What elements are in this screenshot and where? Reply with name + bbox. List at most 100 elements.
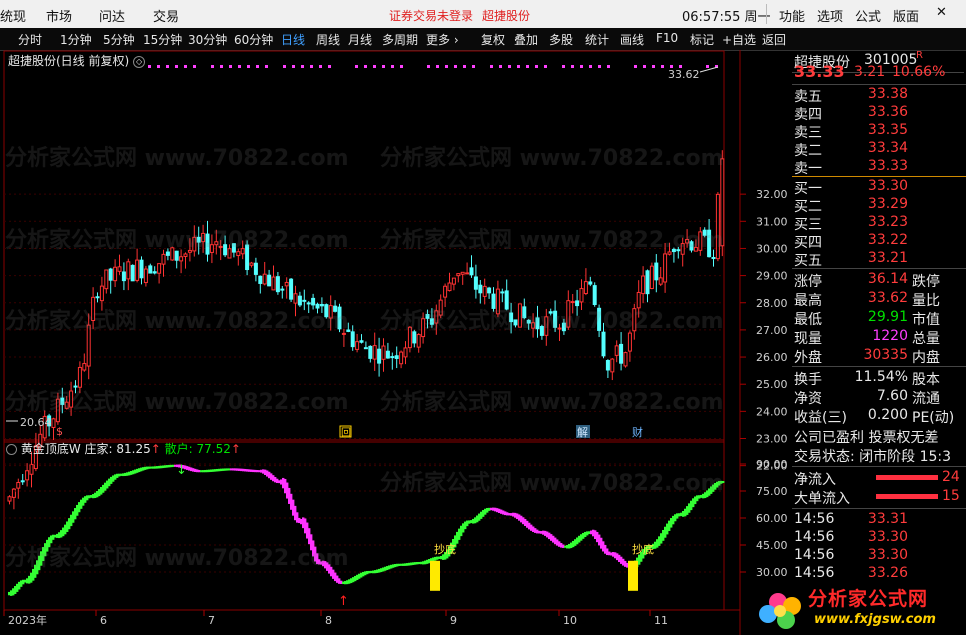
btn-fuquan[interactable]: 复权 xyxy=(481,31,505,48)
event-marker: 财 xyxy=(632,425,643,439)
event-marker: $ xyxy=(56,425,63,438)
candle-body xyxy=(715,193,720,260)
kline-chart[interactable]: 32.00 31.00 30.00 29.00 28.00 27.00 26.00 25.00… xyxy=(0,50,792,635)
btn-f10[interactable]: F10 xyxy=(656,31,678,45)
candle-body xyxy=(473,276,478,290)
tick-price: 33.30 xyxy=(867,547,908,563)
tab-5min[interactable]: 5分钟 xyxy=(103,31,135,48)
quote-panel: 超捷股份 301005 R 33.33 3.21 10.66% 卖五 33.38 卖… xyxy=(792,50,966,635)
tab-weekly[interactable]: 周线 xyxy=(316,31,340,48)
stat-label-2: 内盘 xyxy=(912,350,940,366)
candle-body xyxy=(69,390,74,408)
price-axis-label: 32.00 xyxy=(756,188,788,201)
candle-body xyxy=(363,347,368,350)
candle-body xyxy=(86,324,91,367)
fund-value: 0.200 xyxy=(867,407,908,423)
candle-body xyxy=(187,249,192,253)
buy-signal-label: 抄底 xyxy=(434,542,456,556)
btn-overlay[interactable]: 叠加 xyxy=(514,31,538,48)
ask-row: 卖二 33.34 xyxy=(792,140,964,159)
close-icon[interactable]: ✕ xyxy=(936,5,947,20)
tab-30min[interactable]: 30分钟 xyxy=(188,31,227,48)
tab-1min[interactable]: 1分钟 xyxy=(60,31,92,48)
logo-url: www.fxjgsw.com xyxy=(814,612,936,627)
candle-body xyxy=(99,285,104,302)
stat-label-2: 跌停 xyxy=(912,274,940,290)
bid-price: 33.22 xyxy=(867,232,908,248)
tab-intraday[interactable]: 分时 xyxy=(18,31,42,48)
candle-body xyxy=(553,310,558,328)
bid-label: 买四 xyxy=(794,235,822,251)
candle-body xyxy=(385,350,390,359)
candle-body xyxy=(223,244,228,256)
ask-book: 卖五 33.38 卖四 33.36 卖三 33.35 卖二 33.34 卖一 33.33 xyxy=(792,84,966,177)
stat-value: 30335 xyxy=(863,347,908,363)
candle-body xyxy=(416,334,421,348)
candle-body xyxy=(707,229,712,258)
login-notice[interactable]: 证券交易未登录 xyxy=(389,7,473,24)
signal-dot xyxy=(355,65,358,68)
menu-options[interactable]: 选项 xyxy=(817,6,843,25)
btn-draw[interactable]: 画线 xyxy=(620,31,644,48)
menu-wenda[interactable]: 问达 xyxy=(99,6,125,25)
candle-body xyxy=(165,251,170,256)
zhuang-value: 81.25 xyxy=(116,442,151,456)
indicator-settings-icon[interactable] xyxy=(6,444,17,455)
fund-row: 净资 7.60 流通 xyxy=(792,388,964,407)
menu-formula[interactable]: 公式 xyxy=(855,6,881,25)
tab-more[interactable]: 更多 › xyxy=(426,31,459,48)
candle-body xyxy=(403,347,408,358)
signal-dot xyxy=(454,65,457,68)
candle-body xyxy=(333,305,338,312)
tab-monthly[interactable]: 月线 xyxy=(348,31,372,48)
stock-link[interactable]: 超捷股份 xyxy=(482,7,530,24)
candle-body xyxy=(337,306,342,330)
price-axis-label: 29.00 xyxy=(756,270,788,283)
candle-body xyxy=(654,262,659,281)
signal-dot xyxy=(490,65,493,68)
tab-15min[interactable]: 15分钟 xyxy=(143,31,182,48)
candle-body xyxy=(157,263,162,274)
tab-60min[interactable]: 60分钟 xyxy=(234,31,273,48)
flow-label: 净流入 xyxy=(794,472,836,488)
menu-system[interactable]: 统现 xyxy=(0,6,26,25)
event-marker: 回 xyxy=(341,427,351,439)
tab-multi-period[interactable]: 多周期 xyxy=(382,31,418,48)
indicator-axis-label: 60.00 xyxy=(756,512,788,525)
price-axis-label: 24.00 xyxy=(756,405,788,418)
btn-add-watchlist[interactable]: +自选 xyxy=(722,31,756,48)
signal-dot xyxy=(211,65,214,68)
btn-multi-stock[interactable]: 多股 xyxy=(549,31,573,48)
candle-body xyxy=(104,269,109,290)
btn-back[interactable]: 返回 xyxy=(762,31,786,48)
candle-body xyxy=(544,316,549,336)
tab-daily[interactable]: 日线 xyxy=(281,31,305,48)
indicator-name[interactable]: 黄金顶底W xyxy=(21,442,81,456)
candle-body xyxy=(231,243,236,253)
btn-mark[interactable]: 标记 xyxy=(690,31,714,48)
candle-body xyxy=(297,295,302,306)
x-axis-label: 9 xyxy=(450,614,457,627)
menu-trade[interactable]: 交易 xyxy=(153,6,179,25)
candle-body xyxy=(702,229,707,236)
candle-body xyxy=(605,360,610,371)
menu-market[interactable]: 市场 xyxy=(46,6,72,25)
menu-function[interactable]: 功能 xyxy=(779,6,805,25)
settings-icon[interactable]: ◇ xyxy=(133,55,146,68)
price-axis-label: 23.00 xyxy=(756,433,788,446)
bid-label: 买五 xyxy=(794,253,822,269)
candle-body xyxy=(64,401,69,409)
event-marker: 解 xyxy=(577,425,588,439)
candle-body xyxy=(482,285,487,297)
signal-dot xyxy=(319,65,322,68)
candle-body xyxy=(130,264,135,282)
candle-body xyxy=(29,463,34,475)
flow-label: 大单流入 xyxy=(794,491,850,507)
signal-dot xyxy=(400,65,403,68)
btn-stats[interactable]: 统计 xyxy=(585,31,609,48)
menu-layout[interactable]: 版面 xyxy=(893,6,919,25)
candle-body xyxy=(601,331,606,357)
candle-body xyxy=(117,266,122,272)
price-axis-label: 25.00 xyxy=(756,378,788,391)
candle-body xyxy=(456,273,461,277)
